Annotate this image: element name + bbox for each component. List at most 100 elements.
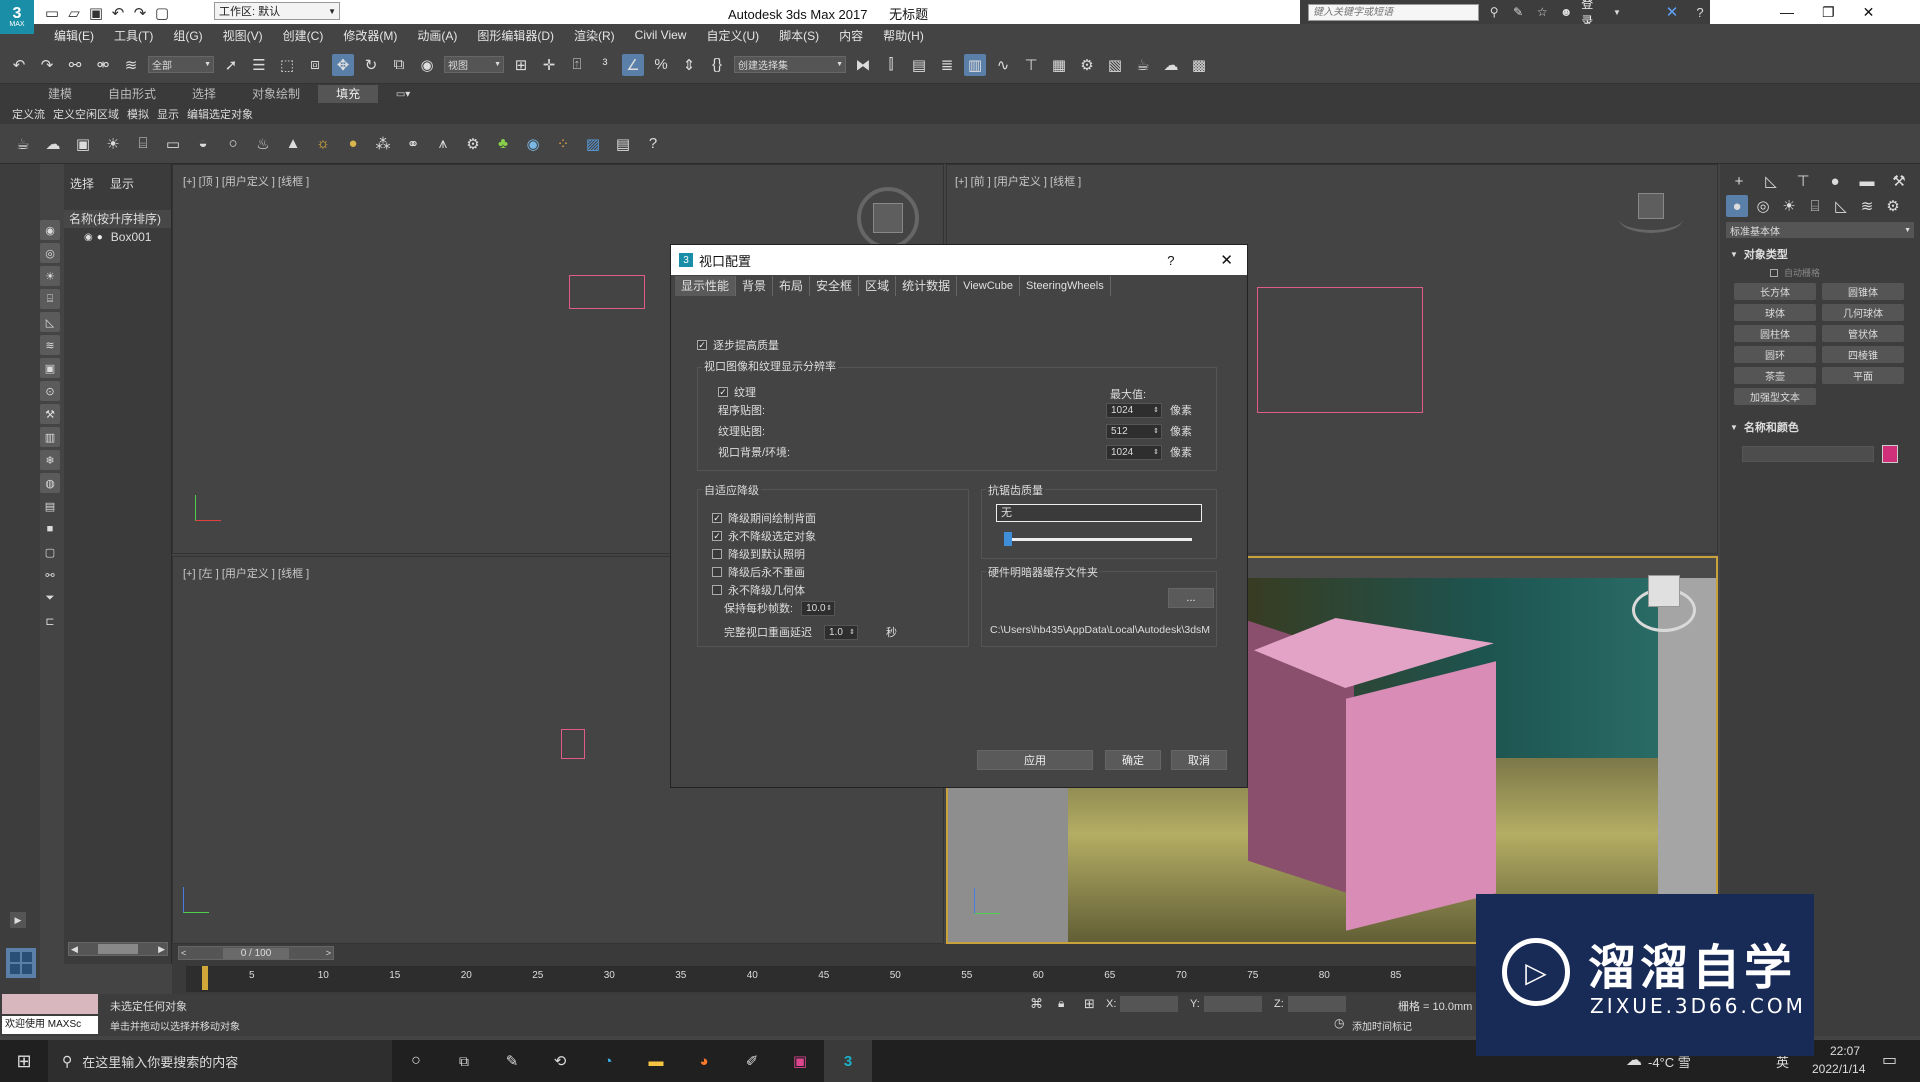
help-circle-icon[interactable]: ?	[642, 133, 664, 155]
cancel-button[interactable]: 取消	[1171, 750, 1227, 770]
antialiasing-slider-handle[interactable]	[1004, 532, 1012, 546]
progressive-quality-checkbox[interactable]: ✓	[697, 340, 707, 350]
dialog-close-icon[interactable]: ✕	[1220, 251, 1233, 269]
menu-civil-view[interactable]: Civil View	[635, 28, 687, 42]
spinner-arrows-icon[interactable]: ⇕	[1153, 448, 1159, 456]
gear-icon[interactable]: ⚙	[462, 133, 484, 155]
z-coordinate-input[interactable]	[1288, 996, 1346, 1012]
ribbon-edit-selected[interactable]: 编辑选定对象	[187, 106, 253, 122]
display-frozen-icon[interactable]: ❄	[40, 450, 60, 470]
lights-icon[interactable]: ☀	[1778, 195, 1800, 217]
close-window-icon[interactable]: ✕	[1863, 4, 1875, 21]
firefox-icon[interactable]: ◕	[680, 1050, 728, 1072]
a360-gallery-icon[interactable]: ▩	[1188, 54, 1210, 76]
adaptive-checkbox-1[interactable]: ✓	[712, 531, 722, 541]
geometry-icon[interactable]: ●	[1726, 195, 1748, 217]
viewcube-perspective[interactable]	[1632, 575, 1696, 632]
display-children-icon[interactable]: ⚯	[40, 565, 60, 585]
shapes-icon[interactable]: ◎	[1752, 195, 1774, 217]
select-rotate-icon[interactable]: ↻	[360, 54, 382, 76]
selection-filter-dropdown[interactable]: 全部 ▼	[148, 56, 214, 73]
save-file-icon[interactable]: ▣	[88, 2, 104, 24]
curve-editor-icon[interactable]: ∿	[992, 54, 1014, 76]
app-logo[interactable]: 3 MAX	[0, 0, 34, 34]
display-geometry-icon[interactable]: ◉	[40, 220, 60, 240]
hierarchy-tab-icon[interactable]: ⊤	[1792, 170, 1814, 192]
taskbar-search[interactable]: ⚲ 在这里输入你要搜索的内容	[48, 1040, 392, 1082]
dialog-help-button[interactable]: ?	[1167, 253, 1174, 268]
help-search-input[interactable]	[1308, 3, 1480, 21]
redo-icon[interactable]: ↷	[36, 54, 58, 76]
collapse-icon[interactable]: ▼	[1730, 250, 1738, 259]
display-helpers-icon[interactable]: ◺	[40, 312, 60, 332]
y-coordinate-input[interactable]	[1204, 996, 1262, 1012]
teapot-shape-icon[interactable]: ♨	[252, 133, 274, 155]
select-manipulate-icon[interactable]: ✛	[538, 54, 560, 76]
link-icon[interactable]: ⚯	[64, 54, 86, 76]
render-frame-icon[interactable]: ▣	[72, 133, 94, 155]
menu-scripting[interactable]: 脚本(S)	[779, 27, 819, 44]
menu-customize[interactable]: 自定义(U)	[706, 27, 759, 44]
tube-button[interactable]: 管状体	[1822, 325, 1904, 342]
3dsmax-taskbar-icon[interactable]: 3	[824, 1040, 872, 1082]
plane-button[interactable]: 平面	[1822, 367, 1904, 384]
tab-background[interactable]: 背景	[736, 276, 774, 296]
time-slider[interactable]: < 0 / 100 >	[178, 946, 334, 960]
help-icon[interactable]: ?	[1690, 1, 1710, 23]
ribbon-tab-modeling[interactable]: 建模	[30, 85, 90, 103]
tab-display-performance[interactable]: 显示性能	[675, 276, 737, 296]
ribbon-tab-freeform[interactable]: 自由形式	[90, 85, 174, 103]
tab-safe-frames[interactable]: 安全框	[810, 276, 860, 296]
windows-start-icon[interactable]: ⊞	[0, 1040, 48, 1082]
filter-icon[interactable]: ⏷	[40, 588, 60, 608]
unlink-icon[interactable]: ⚮	[92, 54, 114, 76]
menu-views[interactable]: 视图(V)	[223, 27, 263, 44]
procedural-maps-spinner[interactable]: 1024 ⇕	[1106, 402, 1162, 418]
schematic-view-icon[interactable]: ⊤	[1020, 54, 1042, 76]
ribbon-tab-selection[interactable]: 选择	[174, 85, 234, 103]
clock-date[interactable]: 2022/1/14	[1812, 1062, 1865, 1076]
ribbon-simulate[interactable]: 模拟	[127, 106, 149, 122]
object-color-swatch[interactable]	[1882, 445, 1898, 463]
geosphere-button[interactable]: 几何球体	[1822, 304, 1904, 321]
viewport-layout-icon[interactable]	[6, 948, 36, 978]
box-button[interactable]: 长方体	[1734, 283, 1816, 300]
scroll-left-icon[interactable]: ◀	[71, 944, 78, 955]
render-production-icon[interactable]: ☕	[1132, 54, 1154, 76]
primitive-type-dropdown[interactable]: 标准基本体 ▼	[1726, 222, 1914, 238]
teapot-icon[interactable]: ☕	[12, 133, 34, 155]
text-plus-button[interactable]: 加强型文本	[1734, 388, 1816, 405]
menu-group[interactable]: 组(G)	[173, 27, 202, 44]
menu-graph-editors[interactable]: 图形编辑器(D)	[477, 27, 554, 44]
sun-icon[interactable]: ☼	[312, 133, 334, 155]
display-none-icon[interactable]: ■	[40, 519, 60, 539]
shader-cache-browse-button[interactable]: ...	[1168, 588, 1214, 608]
binoculars-icon[interactable]: ⚲	[1485, 1, 1503, 23]
toggle-ribbon-icon[interactable]: ▥	[964, 53, 986, 76]
select-by-name-icon[interactable]: ☰	[248, 54, 270, 76]
maxscript-mini-listener[interactable]: 欢迎使用 MAXSc	[2, 1016, 98, 1034]
project-folder-icon[interactable]: ▢	[154, 2, 170, 24]
menu-help[interactable]: 帮助(H)	[883, 27, 924, 44]
tab-statistics[interactable]: 统计数据	[896, 276, 958, 296]
explorer-column-header[interactable]: 名称(按升序排序)	[64, 210, 171, 228]
auto-grid-checkbox[interactable]	[1770, 268, 1778, 277]
percent-snap-icon[interactable]: %	[650, 54, 672, 76]
display-containers-icon[interactable]: ▥	[40, 427, 60, 447]
task-view-icon[interactable]: ⧉	[440, 1050, 488, 1072]
restore-window-icon[interactable]: ❐	[1822, 4, 1835, 21]
torus-button[interactable]: 圆环	[1734, 346, 1816, 363]
particles-icon[interactable]: ⁂	[372, 133, 394, 155]
add-time-tag[interactable]: 添加时间标记	[1352, 1018, 1412, 1033]
explorer-scrollbar[interactable]: ◀ ▶	[68, 942, 168, 956]
select-move-icon[interactable]: ✥	[332, 53, 354, 76]
undo-icon[interactable]: ↶	[110, 2, 126, 24]
expand-arrow-icon[interactable]: ▶	[10, 912, 26, 928]
isolate-icon[interactable]: ⌘	[1030, 996, 1043, 1012]
hemisphere-icon[interactable]: ◒	[192, 133, 214, 155]
cone-icon[interactable]: ▲	[282, 133, 304, 155]
lock-icon[interactable]: 🔒︎	[1058, 996, 1064, 1011]
ok-button[interactable]: 确定	[1105, 750, 1161, 770]
tripod-icon[interactable]: ⩚	[432, 133, 454, 155]
adaptive-checkbox-3[interactable]	[712, 567, 722, 577]
